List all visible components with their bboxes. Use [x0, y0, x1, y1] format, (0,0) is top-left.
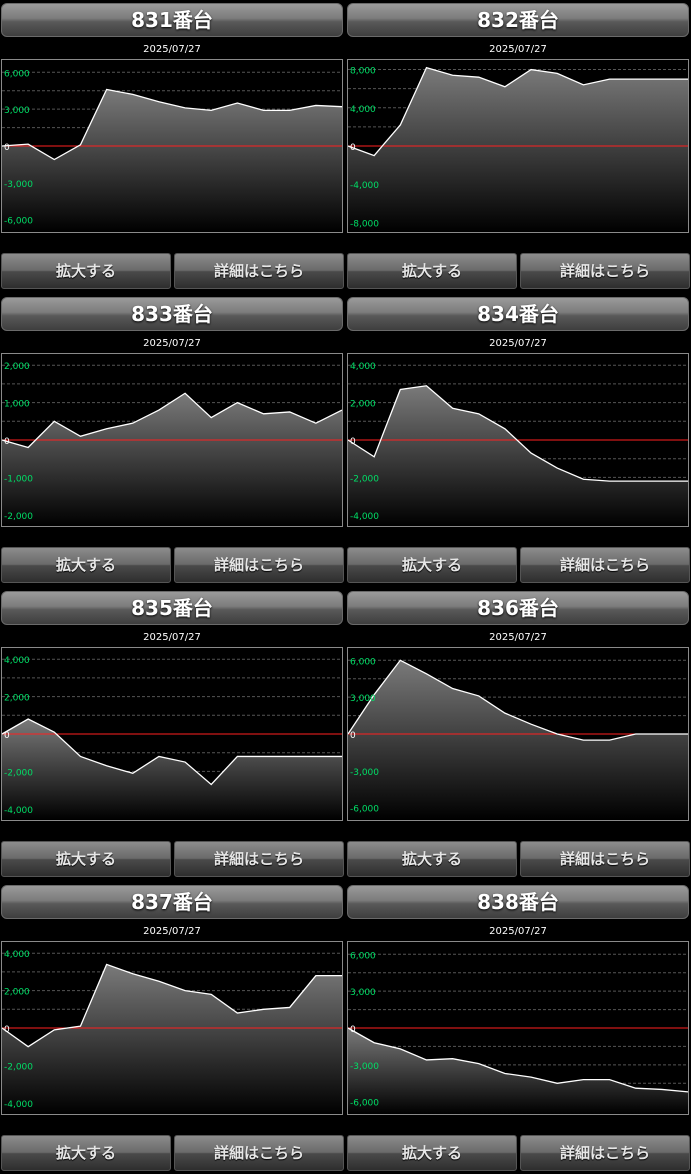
series-area [348, 1028, 688, 1114]
machine-title: 834番台 [347, 297, 689, 331]
details-button[interactable]: 詳細はこちら [174, 547, 344, 583]
details-button[interactable]: 詳細はこちら [520, 1135, 690, 1171]
y-tick-label: 6,000 [4, 69, 30, 79]
y-tick-label: -4,000 [4, 806, 33, 816]
y-tick-label: 6,000 [350, 951, 376, 961]
line-chart-835: 4,0002,0000-2,000-4,00013:0016:0019:0022… [1, 647, 343, 821]
chart-date: 2025/07/27 [489, 926, 547, 937]
details-button[interactable]: 詳細はこちら [520, 253, 690, 289]
chart-date: 2025/07/27 [143, 338, 201, 349]
series-area [2, 89, 342, 232]
machine-title: 837番台 [1, 885, 343, 919]
y-tick-label: 0 [4, 731, 10, 741]
y-tick-label: -3,000 [350, 768, 379, 778]
y-tick-label: 0 [4, 1025, 10, 1035]
graph-panel-831: 831番台 2025/07/27 6,000 3,000 0 -3,000 -6,000… [1, 0, 344, 292]
line-chart-834: 4,0002,0000-2,000-4,00013:0016:0019:0022… [347, 353, 689, 527]
graph-panel-838: 838番台 2025/07/27 6,000 3,000 0 -3,000 -6,000… [347, 882, 690, 1174]
chart-date: 2025/07/27 [143, 44, 201, 55]
y-tick-label: 2,000 [4, 694, 30, 704]
line-chart-833: 2,0001,0000-1,000-2,00013:0016:0019:0022… [1, 353, 343, 527]
y-tick-label: 0 [350, 143, 356, 153]
line-chart-837: 4,0002,0000-2,000-4,00013:0016:0019:0022… [1, 941, 343, 1115]
machine-title: 831番台 [1, 3, 343, 37]
chart-date: 2025/07/27 [143, 632, 201, 643]
y-tick-label: -2,000 [4, 1062, 33, 1072]
series-area [348, 660, 688, 820]
y-tick-label: 2,000 [4, 362, 30, 372]
zoom-button[interactable]: 拡大する [347, 1135, 517, 1171]
zoom-button[interactable]: 拡大する [1, 547, 171, 583]
line-chart-831: 6,0003,0000-3,000-6,00013:0016:0019:0022… [1, 59, 343, 233]
zoom-button[interactable]: 拡大する [1, 1135, 171, 1171]
y-tick-label: 0 [350, 1025, 356, 1035]
graph-panel-834: 834番台 2025/07/27 4,000 2,000 0 -2,000 -4,000… [347, 294, 690, 586]
y-tick-label: -6,000 [350, 1099, 379, 1109]
chart-date: 2025/07/27 [489, 44, 547, 55]
y-tick-label: 0 [350, 437, 356, 447]
y-tick-label: 3,000 [350, 988, 376, 998]
machine-title: 832番台 [347, 3, 689, 37]
zoom-button[interactable]: 拡大する [1, 841, 171, 877]
y-tick-label: -2,000 [4, 768, 33, 778]
y-tick-label: 4,000 [4, 950, 30, 960]
y-tick-label: -2,000 [4, 512, 33, 522]
y-tick-label: -4,000 [4, 1100, 33, 1110]
y-tick-label: -4,000 [350, 512, 379, 522]
chart-date: 2025/07/27 [143, 926, 201, 937]
machine-title: 833番台 [1, 297, 343, 331]
details-button[interactable]: 詳細はこちら [520, 547, 690, 583]
y-tick-label: -3,000 [350, 1062, 379, 1072]
graph-panel-835: 835番台 2025/07/27 4,000 2,000 0 -2,000 -4,000… [1, 588, 344, 880]
graph-panel-837: 837番台 2025/07/27 4,000 2,000 0 -2,000 -4,000… [1, 882, 344, 1174]
series-area [2, 964, 342, 1114]
y-tick-label: 0 [350, 731, 356, 741]
line-chart-832: 8,0004,0000-4,000-8,00013:0016:0019:0022… [347, 59, 689, 233]
series-area [348, 67, 688, 233]
y-tick-label: 3,000 [350, 694, 376, 704]
series-area [348, 385, 688, 526]
y-tick-label: -4,000 [350, 181, 379, 191]
y-tick-label: -1,000 [4, 474, 33, 484]
y-tick-label: 0 [4, 143, 10, 153]
y-tick-label: -6,000 [4, 217, 33, 227]
y-tick-label: 3,000 [4, 106, 30, 116]
graph-panel-836: 836番台 2025/07/27 6,000 3,000 0 -3,000 -6,000… [347, 588, 690, 880]
y-tick-label: 6,000 [350, 657, 376, 667]
graph-panel-832: 832番台 2025/07/27 8,000 4,000 0 -4,000 -8,000… [347, 0, 690, 292]
y-tick-label: -6,000 [350, 805, 379, 815]
y-tick-label: 0 [4, 437, 10, 447]
details-button[interactable]: 詳細はこちら [174, 253, 344, 289]
y-tick-label: 8,000 [350, 67, 376, 77]
line-chart-838: 6,0003,0000-3,000-6,00013:0016:0019:0022… [347, 941, 689, 1115]
chart-date: 2025/07/27 [489, 632, 547, 643]
zoom-button[interactable]: 拡大する [1, 253, 171, 289]
y-tick-label: 2,000 [4, 988, 30, 998]
y-tick-label: 1,000 [4, 400, 30, 410]
y-tick-label: -3,000 [4, 180, 33, 190]
y-tick-label: -8,000 [350, 219, 379, 229]
details-button[interactable]: 詳細はこちら [174, 1135, 344, 1171]
zoom-button[interactable]: 拡大する [347, 253, 517, 289]
y-tick-label: 2,000 [350, 400, 376, 410]
chart-date: 2025/07/27 [489, 338, 547, 349]
machine-title: 836番台 [347, 591, 689, 625]
graph-panel-833: 833番台 2025/07/27 2,000 1,000 0 -1,000 -2,000… [1, 294, 344, 586]
y-tick-label: 4,000 [350, 105, 376, 115]
details-button[interactable]: 詳細はこちら [174, 841, 344, 877]
y-tick-label: -2,000 [350, 474, 379, 484]
y-tick-label: 4,000 [4, 656, 30, 666]
y-tick-label: 4,000 [350, 362, 376, 372]
zoom-button[interactable]: 拡大する [347, 841, 517, 877]
details-button[interactable]: 詳細はこちら [520, 841, 690, 877]
machine-title: 835番台 [1, 591, 343, 625]
machine-title: 838番台 [347, 885, 689, 919]
line-chart-836: 6,0003,0000-3,000-6,00013:0016:0019:0022… [347, 647, 689, 821]
zoom-button[interactable]: 拡大する [347, 547, 517, 583]
